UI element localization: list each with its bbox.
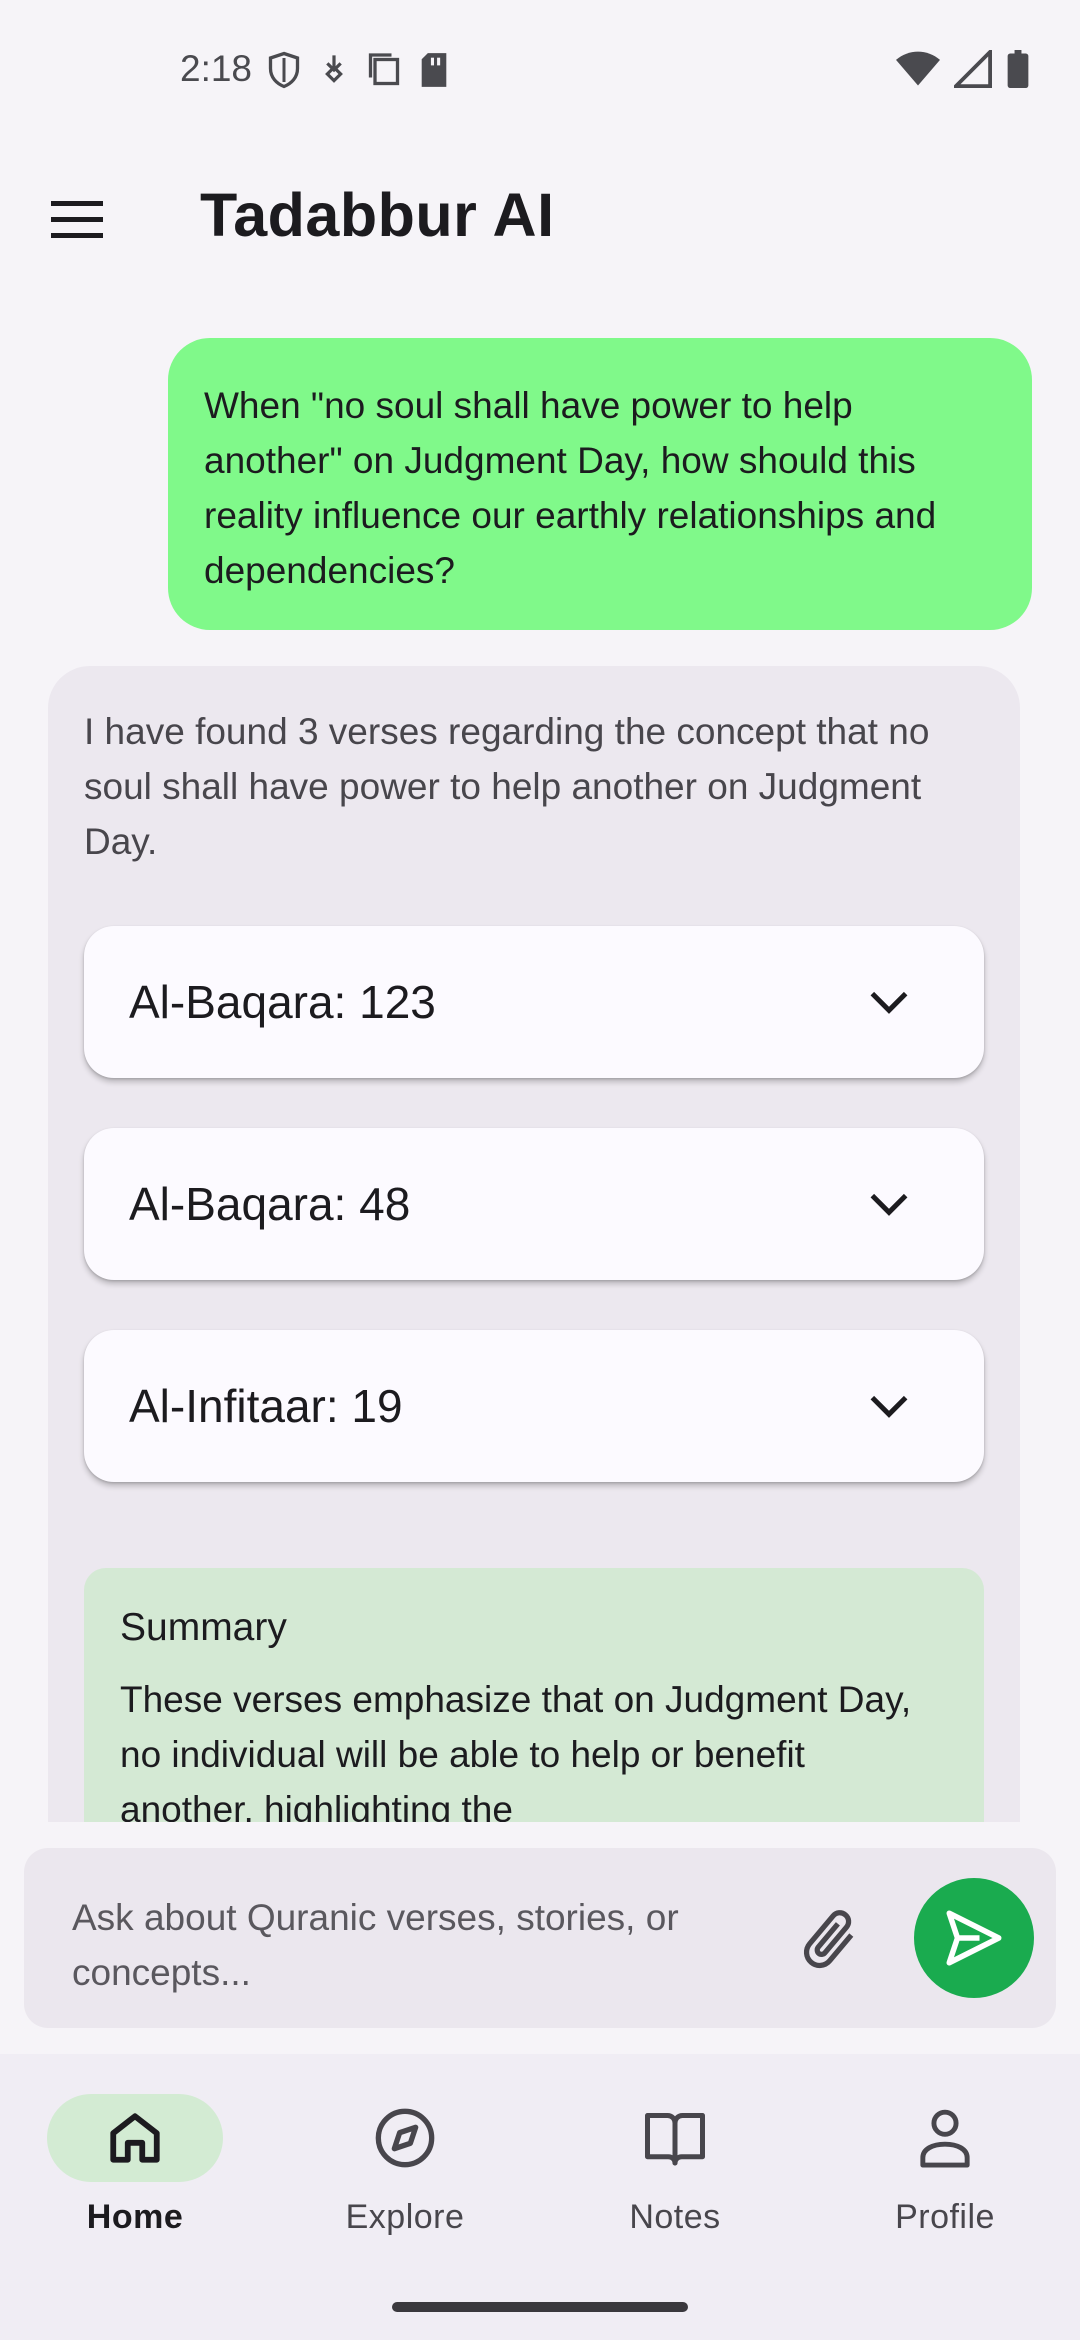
bottom-navigation: Home Explore Notes Profile bbox=[0, 2054, 1080, 2340]
ai-response-card: I have found 3 verses regarding the conc… bbox=[48, 666, 1020, 1822]
home-icon bbox=[110, 2113, 160, 2163]
signal-icon bbox=[954, 50, 992, 88]
verse-label: Al-Baqara: 123 bbox=[129, 976, 436, 1028]
user-message-bubble: When "no soul shall have power to help a… bbox=[168, 338, 1032, 630]
nav-icon-indicator bbox=[587, 2094, 763, 2182]
download-icon bbox=[325, 55, 343, 83]
status-icons-left bbox=[266, 50, 450, 90]
status-icons-right bbox=[896, 50, 1030, 88]
status-time: 2:18 bbox=[180, 48, 253, 89]
message-input[interactable]: Ask about Quranic verses, stories, or co… bbox=[72, 1890, 772, 2000]
summary-text: These verses emphasize that on Judgment … bbox=[120, 1679, 912, 1822]
verse-item-al-baqara-48[interactable]: Al-Baqara: 48 bbox=[84, 1128, 984, 1280]
ai-intro-text: I have found 3 verses regarding the conc… bbox=[84, 711, 930, 862]
summary-box: Summary These verses emphasize that on J… bbox=[84, 1568, 984, 1822]
nav-item-explore[interactable]: Explore bbox=[270, 2094, 540, 2264]
verse-label: Al-Infitaar: 19 bbox=[129, 1380, 403, 1432]
nav-icon-indicator bbox=[47, 2094, 223, 2182]
compass-icon bbox=[375, 2108, 435, 2168]
send-button[interactable] bbox=[914, 1878, 1034, 1998]
nav-item-notes[interactable]: Notes bbox=[540, 2094, 810, 2264]
status-bar: 2:18 bbox=[0, 0, 1080, 140]
battery-icon bbox=[1007, 50, 1029, 88]
menu-button[interactable] bbox=[40, 182, 114, 256]
nav-icon-indicator bbox=[317, 2094, 493, 2182]
nav-label-explore: Explore bbox=[345, 2198, 465, 2236]
app-title: Tadabbur AI bbox=[200, 181, 555, 249]
send-icon bbox=[946, 1910, 1002, 1966]
nav-label-notes: Notes bbox=[629, 2198, 721, 2236]
attach-button[interactable] bbox=[790, 1900, 870, 1980]
verse-label: Al-Baqara: 48 bbox=[129, 1178, 411, 1230]
user-message-text: When "no soul shall have power to help a… bbox=[204, 385, 937, 591]
verse-item-al-infitaar-19[interactable]: Al-Infitaar: 19 bbox=[84, 1330, 984, 1482]
paperclip-icon bbox=[803, 1910, 854, 1969]
nav-label-profile: Profile bbox=[895, 2198, 995, 2236]
composer-bar: Ask about Quranic verses, stories, or co… bbox=[24, 1848, 1056, 2028]
person-icon bbox=[920, 2109, 970, 2168]
sd-card-icon bbox=[421, 53, 447, 87]
summary-title: Summary bbox=[120, 1606, 287, 1649]
wifi-icon bbox=[896, 51, 940, 86]
chevron-down-icon bbox=[870, 1193, 908, 1216]
hamburger-menu-icon bbox=[51, 201, 103, 238]
verse-item-al-baqara-123[interactable]: Al-Baqara: 123 bbox=[84, 926, 984, 1078]
nav-item-profile[interactable]: Profile bbox=[810, 2094, 1080, 2264]
chevron-down-icon bbox=[870, 991, 908, 1014]
app-bar: Tadabbur AI bbox=[0, 140, 1080, 290]
nav-item-home[interactable]: Home bbox=[0, 2094, 270, 2264]
chevron-down-icon bbox=[870, 1395, 908, 1418]
chat-area[interactable]: When "no soul shall have power to help a… bbox=[0, 300, 1080, 1822]
book-icon bbox=[645, 2113, 705, 2166]
shield-icon bbox=[268, 51, 300, 89]
copy-icon bbox=[368, 53, 400, 86]
nav-label-home: Home bbox=[86, 2198, 184, 2236]
home-indicator[interactable] bbox=[392, 2302, 688, 2312]
nav-icon-indicator bbox=[857, 2094, 1033, 2182]
